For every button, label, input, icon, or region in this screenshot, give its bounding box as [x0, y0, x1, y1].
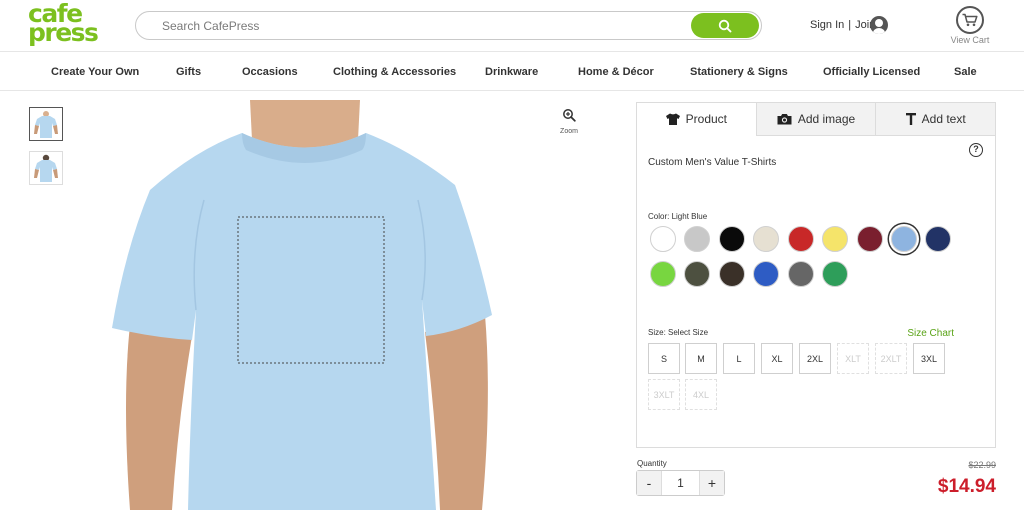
nav-item-sale[interactable]: Sale	[954, 66, 977, 78]
text-icon	[905, 113, 916, 125]
cafepress-logo[interactable]: cafe press	[28, 1, 99, 47]
site-header: cafe press Sign In | Join View Cart	[0, 0, 1024, 52]
nav-item-drinkware[interactable]: Drinkware	[485, 66, 538, 78]
size-button-xl[interactable]: XL	[761, 343, 793, 374]
product-name: Custom Men's Value T-Shirts	[648, 157, 777, 168]
quantity-input[interactable]	[661, 471, 700, 495]
size-label: Size: Select Size	[648, 328, 709, 337]
search-bar	[135, 11, 762, 40]
color-swatch-lime[interactable]	[650, 261, 676, 287]
account-separator: |	[848, 19, 852, 31]
search-button[interactable]	[691, 13, 759, 38]
sign-in-link[interactable]: Sign In	[810, 19, 844, 31]
nav-item-clothing-accessories[interactable]: Clothing & Accessories	[333, 66, 456, 78]
model-left-arm	[126, 325, 192, 510]
thumbnail-front[interactable]	[29, 107, 63, 141]
zoom-label: Zoom	[560, 128, 578, 135]
size-button-2xl[interactable]: 2XL	[799, 343, 831, 374]
quantity-decrease-button[interactable]: -	[637, 471, 661, 495]
camera-icon	[777, 113, 792, 125]
color-swatch-brown[interactable]	[719, 261, 745, 287]
product-options-panel: Product Add image Add text ? Custom Men'…	[636, 102, 996, 448]
color-label: Color: Light Blue	[648, 212, 708, 221]
model-right-arm	[425, 315, 488, 510]
size-button-3xl[interactable]: 3XL	[913, 343, 945, 374]
color-swatch-navy[interactable]	[925, 226, 951, 252]
tshirt-icon	[665, 113, 680, 125]
color-swatch-red[interactable]	[788, 226, 814, 252]
color-swatch-black[interactable]	[719, 226, 745, 252]
zoom-button[interactable]: Zoom	[553, 108, 585, 135]
size-button-xlt: XLT	[837, 343, 869, 374]
tshirt-front-thumbnail	[32, 110, 60, 138]
color-swatch-ash[interactable]	[684, 226, 710, 252]
tab-add-text[interactable]: Add text	[875, 103, 996, 136]
quantity-stepper: - +	[636, 470, 725, 496]
color-swatch-royal-blue[interactable]	[753, 261, 779, 287]
sale-price: $14.94	[937, 476, 996, 497]
tab-add-image-label: Add image	[797, 112, 856, 126]
nav-item-create-your-own[interactable]: Create Your Own	[51, 66, 139, 78]
nav-item-gifts[interactable]: Gifts	[176, 66, 201, 78]
product-image[interactable]	[100, 100, 520, 510]
category-nav: Create Your Own Gifts Occasions Clothing…	[0, 53, 1024, 91]
quantity-label: Quantity	[637, 459, 667, 468]
color-swatch-light-blue[interactable]	[891, 226, 917, 252]
nav-item-home-decor[interactable]: Home & Décor	[578, 66, 654, 78]
size-button-s[interactable]: S	[648, 343, 680, 374]
nav-item-occasions[interactable]: Occasions	[242, 66, 298, 78]
nav-item-officially-licensed[interactable]: Officially Licensed	[823, 66, 920, 78]
view-cart-button[interactable]: View Cart	[950, 6, 990, 46]
nav-item-stationery-signs[interactable]: Stationery & Signs	[690, 66, 788, 78]
size-chart-link[interactable]: Size Chart	[907, 328, 954, 339]
tab-product-label: Product	[685, 112, 728, 126]
original-price: $22.99	[968, 460, 996, 470]
account-links: Sign In | Join	[810, 16, 888, 34]
thumbnail-back[interactable]	[29, 151, 63, 185]
size-button-4xl: 4XL	[685, 379, 717, 410]
color-swatch-yellow[interactable]	[822, 226, 848, 252]
color-swatch-white[interactable]	[650, 226, 676, 252]
cart-icon	[956, 6, 984, 34]
color-swatch-charcoal[interactable]	[788, 261, 814, 287]
logo-line-2: press	[28, 18, 99, 47]
size-button-2xlt: 2XLT	[875, 343, 907, 374]
user-icon[interactable]	[870, 16, 888, 34]
tab-product[interactable]: Product	[637, 103, 756, 136]
search-icon	[718, 19, 732, 32]
view-cart-label: View Cart	[950, 35, 990, 45]
tab-add-text-label: Add text	[921, 112, 966, 126]
tab-add-image[interactable]: Add image	[755, 103, 876, 136]
size-button-m[interactable]: M	[685, 343, 717, 374]
tshirt-back-thumbnail	[32, 154, 60, 182]
size-button-3xlt: 3XLT	[648, 379, 680, 410]
quantity-increase-button[interactable]: +	[700, 471, 724, 495]
help-icon[interactable]: ?	[969, 143, 983, 157]
size-button-l[interactable]: L	[723, 343, 755, 374]
search-input[interactable]	[162, 17, 692, 35]
color-swatch-maroon[interactable]	[857, 226, 883, 252]
color-swatch-olive[interactable]	[684, 261, 710, 287]
zoom-icon	[563, 109, 576, 122]
option-tabs: Product Add image Add text	[637, 103, 996, 136]
color-swatch-kelly-green[interactable]	[822, 261, 848, 287]
color-swatch-natural[interactable]	[753, 226, 779, 252]
